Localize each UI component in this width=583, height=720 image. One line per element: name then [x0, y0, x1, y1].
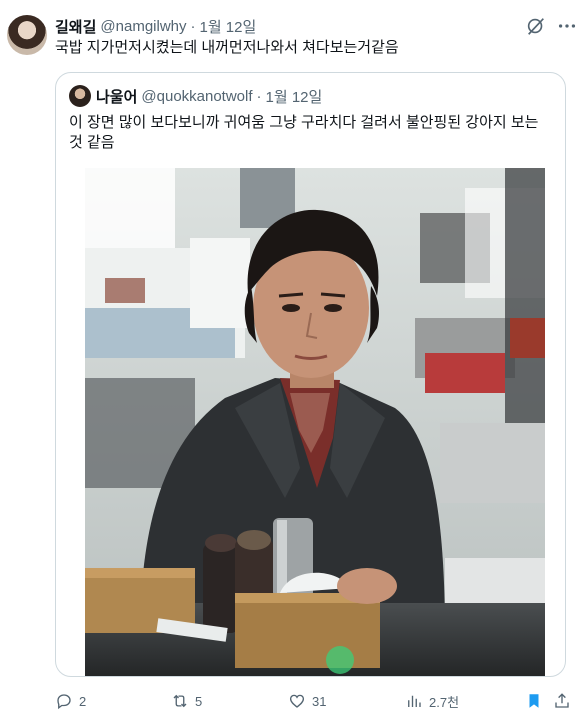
retweet-button[interactable]: 5 — [171, 690, 202, 712]
share-icon — [555, 693, 569, 708]
like-count: 31 — [312, 693, 327, 709]
reply-count: 2 — [79, 693, 87, 709]
author-avatar[interactable] — [7, 15, 47, 55]
retweet-count: 5 — [195, 693, 203, 709]
like-button[interactable]: 31 — [288, 690, 326, 712]
tweet-header: 길왜길 @namgilwhy · 1월 12일 — [55, 16, 256, 36]
bookmark-button[interactable] — [525, 690, 543, 712]
grok-icon[interactable] — [525, 15, 547, 37]
tweet-date[interactable]: 1월 12일 — [200, 16, 257, 37]
like-icon — [289, 694, 305, 708]
quote-author-name: 나울어 — [96, 88, 138, 106]
more-icon[interactable] — [556, 15, 578, 37]
quote-author-avatar — [69, 85, 91, 107]
photo-illustration — [85, 168, 545, 676]
tweet-text: 국밥 지가먼저시켰는데 내꺼먼저나와서 쳐다보는거같음 — [55, 39, 399, 56]
reply-icon — [57, 694, 71, 710]
views-button[interactable]: 2.7천 — [405, 690, 459, 712]
views-icon — [408, 695, 421, 707]
separator-dot: · — [190, 17, 196, 35]
bookmark-icon — [529, 694, 539, 708]
quote-header: 나울어 @quokkanotwolf · 1월 12일 — [96, 85, 322, 107]
quote-text: 이 장면 많이 보다보니까 귀여움 그냥 구라치다 걸려서 불안핑된 강아지 보… — [69, 114, 539, 151]
action-bar: 2 5 31 2.7천 — [55, 690, 575, 712]
quote-separator-dot: · — [256, 87, 262, 105]
author-handle[interactable]: @namgilwhy — [100, 18, 186, 35]
retweet-icon — [173, 694, 187, 708]
author-name[interactable]: 길왜길 — [55, 16, 96, 37]
tweet[interactable]: 길왜길 @namgilwhy · 1월 12일 국밥 지가먼저시켰는데 내꺼먼저… — [0, 0, 583, 720]
share-button[interactable] — [553, 690, 571, 712]
views-count: 2.7천 — [429, 694, 460, 710]
quote-date: 1월 12일 — [265, 88, 323, 106]
quoted-tweet[interactable]: 나울어 @quokkanotwolf · 1월 12일 이 장면 많이 보다보니… — [55, 72, 566, 677]
quote-photo[interactable] — [85, 168, 545, 676]
quote-author-handle: @quokkanotwolf — [141, 87, 253, 105]
reply-button[interactable]: 2 — [55, 690, 86, 712]
